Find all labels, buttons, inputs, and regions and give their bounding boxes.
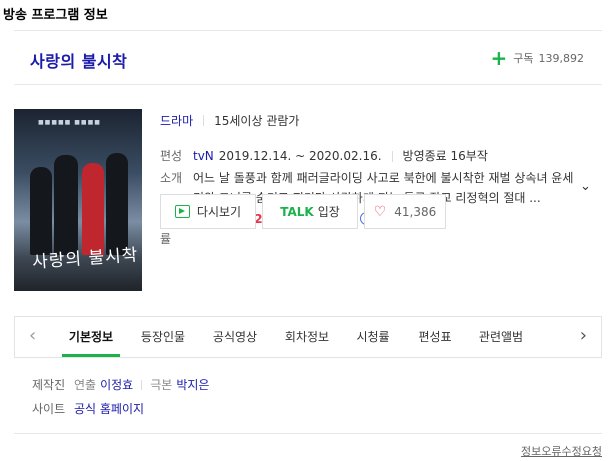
tab-basic-info[interactable]: 기본정보 <box>62 317 120 357</box>
staff-row: 제작진 연출 이정효 극본 박지은 <box>32 375 209 395</box>
talk-word: TALK <box>280 204 314 219</box>
site-label: 사이트 <box>32 402 66 416</box>
report-error-link[interactable]: 정보오류수정요청 <box>521 443 602 459</box>
writer-link[interactable]: 박지은 <box>176 375 209 395</box>
talk-suffix: 입장 <box>317 205 340 219</box>
poster-figure <box>54 155 78 255</box>
tab-ratings[interactable]: 시청률 <box>351 317 395 357</box>
staff-label: 제작진 <box>32 378 66 392</box>
divider <box>203 115 205 126</box>
bottom-divider <box>14 433 602 434</box>
poster-tagline: ■■■■■ ■■■■ <box>38 119 101 126</box>
divider <box>141 380 143 390</box>
chevron-right-icon[interactable]: › <box>580 325 587 346</box>
program-title[interactable]: 사랑의 불시착 <box>30 48 127 72</box>
tab-episodes[interactable]: 회차정보 <box>281 317 333 357</box>
poster-image[interactable]: ■■■■■ ■■■■ 사랑의 불시착 <box>14 109 142 291</box>
subscribe-button[interactable]: + 구독 139,892 <box>490 46 585 70</box>
age-rating: 15세이상 관람가 <box>214 114 300 128</box>
replay-label: 다시보기 <box>196 205 242 219</box>
channel-link[interactable]: tvN <box>193 146 214 166</box>
broadcast-row: 편성 tvN 2019.12.14. ~ 2020.02.16. 방영종료 16… <box>160 146 488 166</box>
like-button[interactable]: ♡ 41,386 <box>364 194 446 229</box>
tab-bar: ‹ 기본정보 등장인물 공식영상 회차정보 시청률 편성표 관련앨범 › <box>14 316 602 358</box>
plus-icon: + <box>490 46 508 70</box>
chevron-left-icon[interactable]: ‹ <box>29 325 36 346</box>
subscribe-label: 구독 <box>513 52 534 65</box>
writer-role: 극본 <box>150 378 173 392</box>
genre-row: 드라마 15세이상 관람가 <box>160 112 299 129</box>
official-site-link[interactable]: 공식 홈페이지 <box>74 399 144 419</box>
tab-characters[interactable]: 등장인물 <box>137 317 189 357</box>
title-bar: 사랑의 불시착 + 구독 139,892 <box>14 30 602 85</box>
broadcast-status: 방영종료 16부작 <box>402 149 488 163</box>
divider <box>391 151 393 162</box>
subscribe-count: 139,892 <box>538 51 585 65</box>
poster-figure <box>30 167 52 255</box>
replay-button[interactable]: 다시보기 <box>160 194 256 229</box>
play-icon <box>174 205 190 218</box>
poster-figure <box>106 153 128 255</box>
talk-button[interactable]: TALK 입장 <box>262 194 358 229</box>
tab-official-video[interactable]: 공식영상 <box>209 317 261 357</box>
director-link[interactable]: 이정효 <box>100 375 133 395</box>
broadcast-dates: 2019.12.14. ~ 2020.02.16. <box>218 149 382 163</box>
heart-icon: ♡ <box>373 203 387 220</box>
page-heading: 방송 프로그램 정보 <box>3 8 108 23</box>
program-card: 사랑의 불시착 + 구독 139,892 ■■■■■ ■■■■ 사랑의 불시착 … <box>14 30 602 430</box>
site-row: 사이트 공식 홈페이지 <box>32 399 209 419</box>
like-count: 41,386 <box>394 204 437 219</box>
poster-figure <box>82 163 104 255</box>
director-role: 연출 <box>74 378 97 392</box>
tab-related-albums[interactable]: 관련앨범 <box>475 317 527 357</box>
broadcast-label: 편성 <box>160 149 183 163</box>
tab-schedule[interactable]: 편성표 <box>415 317 455 357</box>
credits: 제작진 연출 이정효 극본 박지은 사이트 공식 홈페이지 <box>32 375 209 419</box>
chevron-down-icon[interactable]: ⌄ <box>580 177 591 197</box>
tab-list: 기본정보 등장인물 공식영상 회차정보 시청률 편성표 관련앨범 <box>49 317 527 357</box>
genre-link[interactable]: 드라마 <box>160 112 193 129</box>
